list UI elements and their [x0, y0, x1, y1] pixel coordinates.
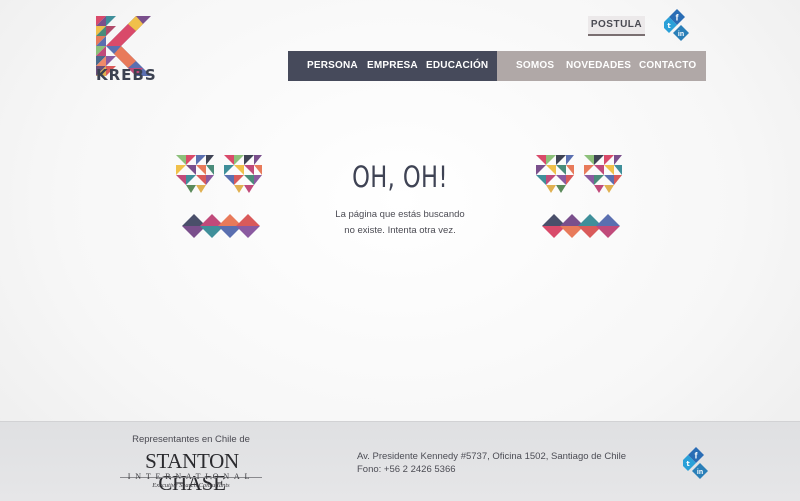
- representatives-label: Representantes en Chile de: [132, 434, 250, 445]
- error-message-line1: La página que estás buscando: [335, 209, 465, 220]
- contact-info: Av. Presidente Kennedy #5737, Oficina 15…: [357, 450, 637, 476]
- right-eye-1-icon: [536, 155, 574, 193]
- phone-text: Fono: +56 2 2426 5366: [357, 464, 456, 475]
- left-eye-1-icon: [176, 155, 214, 193]
- right-mouth-icon: [542, 214, 620, 238]
- error-message: La página que estás buscando no existe. …: [300, 207, 500, 238]
- nav-item-empresa[interactable]: EMPRESA: [367, 60, 418, 71]
- svg-text:in: in: [678, 31, 684, 38]
- linkedin-icon[interactable]: in: [673, 25, 689, 41]
- logo-text: KREBS: [96, 66, 157, 84]
- address-text: Av. Presidente Kennedy #5737, Oficina 15…: [357, 451, 627, 462]
- nav-item-somos[interactable]: SOMOS: [516, 60, 554, 71]
- main-nav-left: PERSONA EMPRESA EDUCACIÓN: [288, 51, 497, 81]
- nav-item-educacion[interactable]: EDUCACIÓN: [426, 60, 488, 71]
- right-eye-2-icon: [584, 155, 622, 193]
- decorative-face-left: [176, 155, 262, 238]
- footer: Representantes en Chile de STANTON CHASE…: [0, 421, 800, 501]
- decorative-face-right: [536, 155, 622, 238]
- stanton-chase-tagline: Executive Search Consultants: [152, 482, 230, 489]
- linkedin-icon[interactable]: in: [692, 463, 708, 479]
- stanton-chase-sub: INTERNATIONAL: [127, 472, 255, 481]
- postula-button[interactable]: POSTULA: [588, 16, 645, 36]
- nav-item-persona[interactable]: PERSONA: [307, 60, 358, 71]
- svg-text:in: in: [697, 469, 703, 476]
- error-message-line2: no existe. Intenta otra vez.: [344, 224, 456, 236]
- social-icons-footer: f t in: [683, 447, 708, 479]
- social-icons-header: f t in: [664, 9, 689, 41]
- left-eye-2-icon: [224, 155, 262, 193]
- main-nav-right: SOMOS NOVEDADES CONTACTO: [497, 51, 706, 81]
- nav-item-contacto[interactable]: CONTACTO: [639, 60, 696, 71]
- left-mouth-icon: [182, 214, 260, 238]
- nav-item-novedades[interactable]: NOVEDADES: [566, 60, 631, 71]
- error-title: OH, OH!: [352, 160, 448, 194]
